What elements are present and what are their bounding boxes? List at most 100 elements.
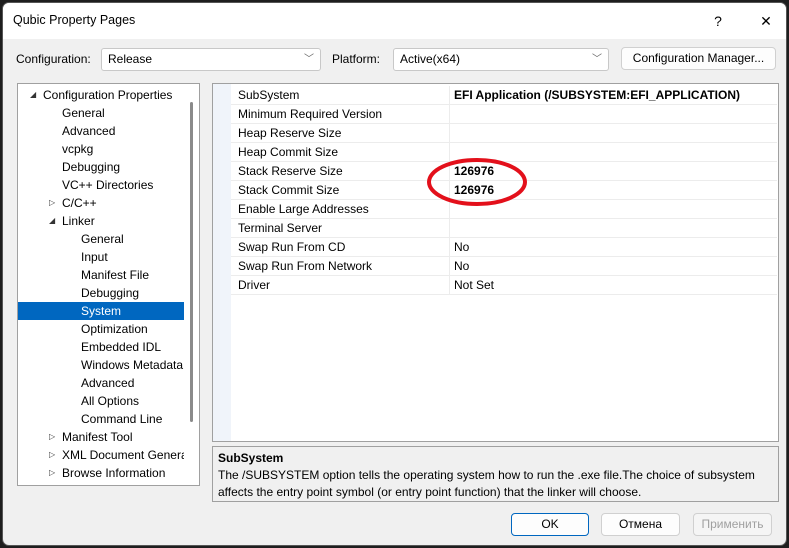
tree-item-label: Linker <box>62 214 95 228</box>
expanded-arrow-icon[interactable]: ◢ <box>49 212 55 230</box>
tree-item-label: C/C++ <box>62 196 97 210</box>
property-grid[interactable]: Driver Not Set Swap Run From Network No Swap… <box>212 83 779 442</box>
tree-item[interactable]: Optimization <box>18 320 184 338</box>
tree-item[interactable]: ◢ Linker <box>18 212 184 230</box>
property-value[interactable]: No <box>449 257 777 275</box>
tree-item[interactable]: Advanced <box>18 374 184 392</box>
platform-select[interactable]: Active(x64) ﹀ <box>393 48 609 71</box>
grid-gutter <box>213 84 231 441</box>
property-tree[interactable]: ▷ Browse Information ▷ XML Document Generat… <box>17 83 200 486</box>
tree-item[interactable]: General <box>18 104 184 122</box>
property-row[interactable]: SubSystem EFI Application (/SUBSYSTEM:EFI… <box>231 86 777 105</box>
tree-item-label: Advanced <box>81 376 135 390</box>
tree-item[interactable]: General <box>18 230 184 248</box>
tree-item-label: Input <box>81 250 108 264</box>
tree-item-label: Windows Metadata <box>81 358 184 372</box>
platform-value: Active(x64) <box>400 52 461 66</box>
property-name: Swap Run From CD <box>238 240 346 254</box>
property-row[interactable]: Minimum Required Version <box>231 105 777 124</box>
tree-item-label: Browse Information <box>62 466 166 480</box>
property-value[interactable]: Not Set <box>449 276 777 294</box>
help-button[interactable]: ? <box>703 9 733 33</box>
tree-item-label: Command Line <box>81 412 163 426</box>
property-pages-dialog: Qubic Property Pages ? ✕ Configuration: … <box>2 2 787 546</box>
tree-item[interactable]: ▷ XML Document Generator <box>18 446 184 464</box>
collapsed-arrow-icon[interactable]: ▷ <box>49 428 55 446</box>
tree-item[interactable]: ◢ Configuration Properties <box>18 86 184 104</box>
tree-item-label: vcpkg <box>62 142 94 156</box>
tree-item[interactable]: Embedded IDL <box>18 338 184 356</box>
property-row[interactable]: Swap Run From Network No <box>231 257 777 276</box>
description-text: The /SUBSYSTEM option tells the operatin… <box>218 468 755 499</box>
property-name: Enable Large Addresses <box>238 202 369 216</box>
tree-item[interactable]: System <box>18 302 184 320</box>
property-name: Terminal Server <box>238 221 323 235</box>
property-row[interactable]: Heap Reserve Size <box>231 124 777 143</box>
tree-item-label: System <box>81 304 122 318</box>
property-name: Minimum Required Version <box>238 107 383 121</box>
collapsed-arrow-icon[interactable]: ▷ <box>49 194 55 212</box>
cancel-button[interactable]: Отмена <box>601 513 680 536</box>
property-row[interactable]: Swap Run From CD No <box>231 238 777 257</box>
property-value[interactable] <box>449 219 777 237</box>
tree-item-label: Debugging <box>81 286 140 300</box>
tree-item-label: Optimization <box>81 322 148 336</box>
collapsed-arrow-icon[interactable]: ▷ <box>49 446 55 464</box>
tree-item[interactable]: VC++ Directories <box>18 176 184 194</box>
close-button[interactable]: ✕ <box>751 9 781 33</box>
tree-item-label: VC++ Directories <box>62 178 154 192</box>
property-name: Stack Commit Size <box>238 183 340 197</box>
tree-item[interactable]: Debugging <box>18 284 184 302</box>
property-row[interactable]: Driver Not Set <box>231 276 777 295</box>
tree-item-label: XML Document Generator <box>62 448 184 462</box>
property-row[interactable]: Terminal Server <box>231 219 777 238</box>
title-bar: Qubic Property Pages ? ✕ <box>3 3 786 39</box>
tree-item[interactable]: ▷ Manifest Tool <box>18 428 184 446</box>
tree-item[interactable]: Windows Metadata <box>18 356 184 374</box>
property-value[interactable]: EFI Application (/SUBSYSTEM:EFI_APPLICAT… <box>449 86 777 104</box>
tree-item[interactable]: Manifest File <box>18 266 184 284</box>
tree-item[interactable]: Debugging <box>18 158 184 176</box>
tree-item-label: Manifest Tool <box>62 430 133 444</box>
configuration-value: Release <box>108 52 153 66</box>
configuration-select[interactable]: Release ﹀ <box>101 48 321 71</box>
tree-item-label: General <box>81 232 124 246</box>
apply-button[interactable]: Применить <box>693 513 772 536</box>
configuration-manager-button[interactable]: Configuration Manager... <box>621 47 776 70</box>
tree-item-label: Embedded IDL <box>81 340 162 354</box>
property-name: SubSystem <box>238 88 300 102</box>
property-name: Stack Reserve Size <box>238 164 343 178</box>
description-title: SubSystem <box>218 451 284 465</box>
property-value[interactable]: No <box>449 238 777 256</box>
property-name: Driver <box>238 278 270 292</box>
expanded-arrow-icon[interactable]: ◢ <box>30 86 36 104</box>
tree-item-label: All Options <box>81 394 140 408</box>
tree-item[interactable]: ▷ C/C++ <box>18 194 184 212</box>
tree-item-label: Debugging <box>62 160 121 174</box>
window-title: Qubic Property Pages <box>13 13 136 27</box>
tree-item[interactable]: All Options <box>18 392 184 410</box>
property-value[interactable] <box>449 124 777 142</box>
tree-item[interactable]: Command Line <box>18 410 184 428</box>
property-value[interactable] <box>449 105 777 123</box>
property-name: Heap Commit Size <box>238 145 339 159</box>
description-panel: SubSystem The /SUBSYSTEM option tells th… <box>212 446 779 502</box>
property-name: Swap Run From Network <box>238 259 373 273</box>
chevron-down-icon: ﹀ <box>304 54 314 65</box>
tree-item[interactable]: ▷ Browse Information <box>18 464 184 482</box>
tree-item[interactable]: vcpkg <box>18 140 184 158</box>
tree-vertical-scrollbar[interactable] <box>190 102 193 422</box>
red-circle-annotation <box>427 158 527 206</box>
tree-item-label: General <box>62 106 105 120</box>
tree-item[interactable]: Advanced <box>18 122 184 140</box>
chevron-down-icon: ﹀ <box>592 54 602 65</box>
platform-label: Platform: <box>332 52 381 66</box>
tree-item-label: Manifest File <box>81 268 150 282</box>
tree-item[interactable]: Input <box>18 248 184 266</box>
tree-item-label: Configuration Properties <box>43 88 173 102</box>
ok-button[interactable]: OK <box>511 513 589 536</box>
configuration-label: Configuration: <box>16 52 91 66</box>
collapsed-arrow-icon[interactable]: ▷ <box>49 464 55 482</box>
property-name: Heap Reserve Size <box>238 126 342 140</box>
tree-item-label: Advanced <box>62 124 116 138</box>
